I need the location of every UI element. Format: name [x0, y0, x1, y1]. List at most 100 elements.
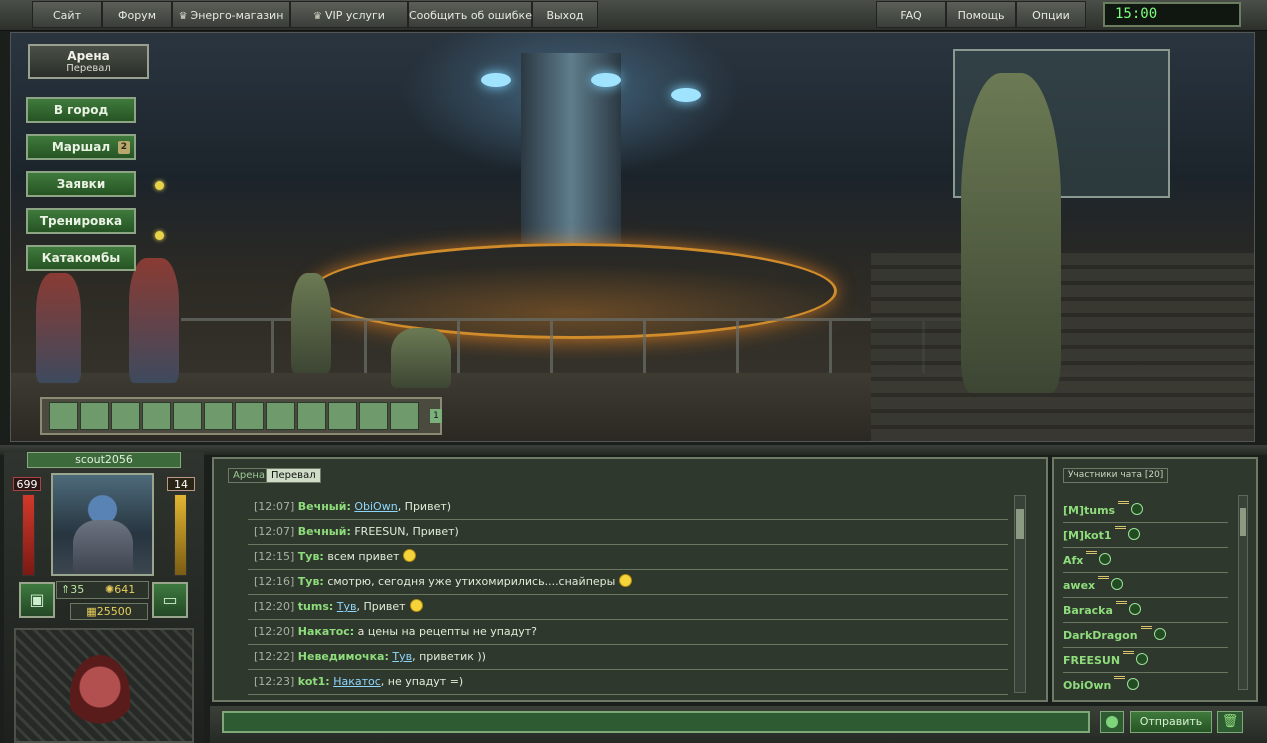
- menu-energy-shop[interactable]: ♛ Энерго-магазин: [172, 1, 290, 28]
- quick-slot[interactable]: [111, 402, 140, 430]
- player-avatar[interactable]: [51, 473, 154, 576]
- trash-icon: 🗑: [1221, 714, 1239, 729]
- nav-to-city[interactable]: В город: [26, 97, 136, 123]
- chat-tab-pass[interactable]: Перевал: [266, 468, 321, 483]
- participant-item[interactable]: Baracka: [1063, 598, 1228, 623]
- ceiling-light: [671, 88, 701, 102]
- send-button[interactable]: Отправить: [1130, 711, 1212, 733]
- player-name[interactable]: scout2056: [27, 452, 181, 468]
- message-nick[interactable]: tums:: [298, 600, 334, 613]
- smiley-icon: [619, 574, 633, 587]
- chat-message: [12:07] Вечный: ObiOwn, Привет): [248, 495, 1008, 520]
- menu-options[interactable]: Опции: [1016, 1, 1086, 28]
- participant-name[interactable]: Baracka: [1063, 604, 1113, 617]
- indicator-light: [155, 181, 164, 190]
- participant-name[interactable]: [M]tums: [1063, 504, 1115, 517]
- npc-soldier-sitting[interactable]: [391, 328, 451, 388]
- participant-name[interactable]: DarkDragon: [1063, 629, 1138, 642]
- nav-marshal[interactable]: Маршал 2: [26, 134, 136, 160]
- message-text: смотрю, сегодня уже утихомирились....сна…: [323, 575, 616, 588]
- participant-name[interactable]: awex: [1063, 579, 1095, 592]
- message-time: [12:20]: [254, 600, 295, 613]
- participant-item[interactable]: FREESUN: [1063, 648, 1228, 673]
- menu-vip[interactable]: ♛ VIP услуги: [290, 1, 408, 28]
- menu-exit[interactable]: Выход: [532, 1, 598, 28]
- mention-link[interactable]: ObiOwn: [354, 500, 397, 513]
- menu-faq[interactable]: FAQ: [876, 1, 946, 28]
- quick-slot[interactable]: [49, 402, 78, 430]
- npc-robot[interactable]: [129, 258, 179, 383]
- quick-slot[interactable]: [328, 402, 357, 430]
- participant-item[interactable]: awex: [1063, 573, 1228, 598]
- participant-item[interactable]: [M]tums: [1063, 498, 1228, 523]
- location-plate: Арена Перевал: [28, 44, 149, 79]
- participant-item[interactable]: Afx: [1063, 548, 1228, 573]
- message-nick[interactable]: Вечный:: [298, 500, 351, 513]
- participants-scrollbar[interactable]: [1238, 495, 1248, 690]
- message-nick[interactable]: Накатос:: [298, 625, 354, 638]
- chat-log: [12:07] Вечный: ObiOwn, Привет) [12:07] В…: [248, 495, 1010, 695]
- nav-requests[interactable]: Заявки: [26, 171, 136, 197]
- top-menu-bar: Сайт Форум ♛ Энерго-магазин ♛ VIP услуги С…: [0, 0, 1267, 31]
- clan-icon: [1153, 628, 1166, 640]
- message-nick[interactable]: Вечный:: [298, 525, 351, 538]
- npc-commander[interactable]: [961, 73, 1061, 393]
- chat-tab-arena[interactable]: Арена: [228, 468, 271, 483]
- participant-item[interactable]: DarkDragon: [1063, 623, 1228, 648]
- quick-slot[interactable]: [297, 402, 326, 430]
- participant-name[interactable]: FREESUN: [1063, 654, 1120, 667]
- quick-slot[interactable]: [80, 402, 109, 430]
- crown-icon: ♛: [313, 11, 323, 22]
- quick-slot[interactable]: [173, 402, 202, 430]
- participant-name[interactable]: [M]kot1: [1063, 529, 1112, 542]
- message-text: всем привет: [323, 550, 400, 563]
- message-nick[interactable]: kot1:: [298, 675, 330, 688]
- quick-slot[interactable]: [390, 402, 419, 430]
- quick-slot[interactable]: [266, 402, 295, 430]
- backpack-button[interactable]: ▣: [19, 582, 55, 618]
- smiley-button[interactable]: [1100, 711, 1124, 733]
- message-text: а цены на рецепты не упадут?: [354, 625, 538, 638]
- energy-value: 14: [167, 477, 195, 491]
- slot-page-number[interactable]: 1: [430, 409, 442, 423]
- menu-help[interactable]: Помощь: [946, 1, 1016, 28]
- rank-icon: [1098, 576, 1110, 587]
- message-nick[interactable]: Тув:: [298, 575, 324, 588]
- clear-button[interactable]: 🗑: [1217, 711, 1243, 733]
- scroll-thumb[interactable]: [1016, 509, 1024, 539]
- npc-soldier[interactable]: [291, 273, 331, 373]
- info-button[interactable]: ▭: [152, 582, 188, 618]
- mention-link[interactable]: Тув: [337, 600, 357, 613]
- nav-catacombs[interactable]: Катакомбы: [26, 245, 136, 271]
- participant-item[interactable]: ObiOwn: [1063, 673, 1228, 690]
- message-nick[interactable]: Тув:: [298, 550, 324, 563]
- quick-slot[interactable]: [359, 402, 388, 430]
- clan-icon: [1136, 653, 1149, 665]
- participant-item[interactable]: [M]kot1: [1063, 523, 1228, 548]
- nav-training[interactable]: Тренировка: [26, 208, 136, 234]
- participant-name[interactable]: ObiOwn: [1063, 679, 1111, 690]
- npc-robot[interactable]: [36, 273, 81, 383]
- menu-site[interactable]: Сайт: [32, 1, 102, 28]
- chat-input[interactable]: [222, 711, 1090, 733]
- menu-forum[interactable]: Форум: [102, 1, 172, 28]
- marshal-badge: 2: [117, 141, 130, 154]
- mention-link[interactable]: Накатос: [333, 675, 381, 688]
- menu-report-bug[interactable]: Сообщить об ошибке: [408, 1, 532, 28]
- message-time: [12:22]: [254, 650, 295, 663]
- mention-link[interactable]: Тув: [392, 650, 412, 663]
- participant-name[interactable]: Afx: [1063, 554, 1083, 567]
- money-value: ▦25500: [70, 603, 148, 620]
- scroll-thumb[interactable]: [1240, 508, 1246, 536]
- clan-icon: [1127, 678, 1140, 690]
- chat-scrollbar[interactable]: [1014, 495, 1026, 693]
- message-time: [12:23]: [254, 675, 295, 688]
- quick-slot[interactable]: [204, 402, 233, 430]
- quick-slot[interactable]: [142, 402, 171, 430]
- message-nick[interactable]: Неведимочка:: [298, 650, 389, 663]
- document-icon: ▭: [162, 590, 178, 609]
- smiley-icon: [409, 599, 423, 612]
- faction-emblem: [70, 655, 130, 735]
- chat-message: [12:15] Тув: всем привет: [248, 545, 1008, 570]
- quick-slot[interactable]: [235, 402, 264, 430]
